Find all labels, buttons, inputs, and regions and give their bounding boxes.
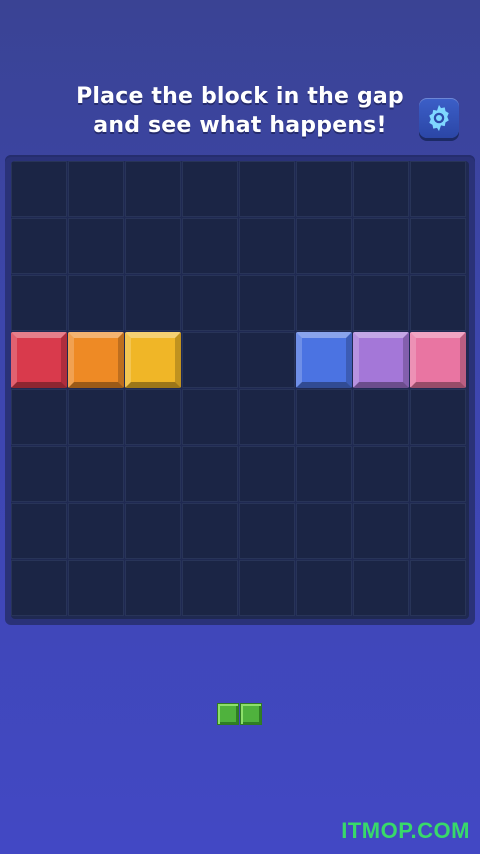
board-cell[interactable] bbox=[296, 218, 352, 274]
board-cell[interactable] bbox=[296, 560, 352, 616]
board-cell[interactable] bbox=[353, 389, 409, 445]
board-cell[interactable] bbox=[353, 503, 409, 559]
board-cell[interactable] bbox=[125, 503, 181, 559]
gear-icon bbox=[429, 104, 449, 132]
board-cell[interactable] bbox=[182, 161, 238, 217]
board-cell[interactable] bbox=[182, 275, 238, 331]
instruction-line-1: Place the block in the gap bbox=[76, 84, 404, 109]
board-cell[interactable] bbox=[125, 275, 181, 331]
instruction-text: Place the block in the gap and see what … bbox=[40, 82, 440, 140]
board-cell[interactable] bbox=[182, 560, 238, 616]
board-cell[interactable] bbox=[353, 275, 409, 331]
board-cell[interactable] bbox=[296, 389, 352, 445]
board-cell[interactable] bbox=[68, 560, 124, 616]
board-cell[interactable] bbox=[239, 560, 295, 616]
board-cell[interactable] bbox=[11, 218, 67, 274]
board-cell[interactable] bbox=[125, 161, 181, 217]
board-cell[interactable] bbox=[239, 275, 295, 331]
board-cell[interactable] bbox=[11, 446, 67, 502]
board-cell[interactable] bbox=[296, 275, 352, 331]
board-cell[interactable] bbox=[239, 218, 295, 274]
block-yellow bbox=[125, 332, 181, 388]
block-pink bbox=[410, 332, 466, 388]
board-cell[interactable] bbox=[182, 446, 238, 502]
board-cell[interactable] bbox=[11, 560, 67, 616]
board-cell[interactable] bbox=[125, 389, 181, 445]
board-cell[interactable] bbox=[239, 161, 295, 217]
board-cell[interactable] bbox=[125, 218, 181, 274]
board-cell[interactable] bbox=[410, 161, 466, 217]
board-cell[interactable] bbox=[353, 560, 409, 616]
block-red bbox=[11, 332, 67, 388]
board-cell[interactable] bbox=[68, 446, 124, 502]
board-cell[interactable] bbox=[68, 161, 124, 217]
board-cell[interactable] bbox=[182, 218, 238, 274]
board-cell[interactable] bbox=[182, 503, 238, 559]
board-cell[interactable] bbox=[182, 332, 238, 388]
board-cell[interactable] bbox=[182, 389, 238, 445]
board-cell[interactable] bbox=[410, 503, 466, 559]
board-cell[interactable] bbox=[11, 389, 67, 445]
board-cell[interactable] bbox=[68, 503, 124, 559]
board-cell[interactable] bbox=[410, 218, 466, 274]
board-cell[interactable] bbox=[68, 218, 124, 274]
next-piece[interactable] bbox=[217, 703, 263, 727]
next-piece-cell bbox=[240, 703, 262, 725]
board-cell[interactable] bbox=[353, 218, 409, 274]
block-purple bbox=[353, 332, 409, 388]
board-cell[interactable] bbox=[239, 332, 295, 388]
block-orange bbox=[68, 332, 124, 388]
board-cell[interactable] bbox=[353, 161, 409, 217]
game-board[interactable] bbox=[11, 161, 469, 619]
board-cell[interactable] bbox=[68, 389, 124, 445]
board-cell[interactable] bbox=[410, 275, 466, 331]
board-cell[interactable] bbox=[410, 446, 466, 502]
block-blue bbox=[296, 332, 352, 388]
instruction-line-2: and see what happens! bbox=[93, 113, 387, 138]
board-cell[interactable] bbox=[239, 389, 295, 445]
board-cell[interactable] bbox=[296, 503, 352, 559]
board-cell[interactable] bbox=[239, 503, 295, 559]
board-cell[interactable] bbox=[11, 503, 67, 559]
board-cell[interactable] bbox=[296, 161, 352, 217]
board-cell[interactable] bbox=[353, 446, 409, 502]
board-cell[interactable] bbox=[410, 389, 466, 445]
board-cell[interactable] bbox=[125, 560, 181, 616]
board-cell[interactable] bbox=[11, 161, 67, 217]
board-cell[interactable] bbox=[68, 275, 124, 331]
watermark: ITMOP.COM bbox=[341, 818, 470, 843]
board-cell[interactable] bbox=[11, 275, 67, 331]
board-cell[interactable] bbox=[125, 446, 181, 502]
board-cell[interactable] bbox=[239, 446, 295, 502]
board-cell[interactable] bbox=[296, 446, 352, 502]
board-cell[interactable] bbox=[410, 560, 466, 616]
next-piece-cell bbox=[217, 703, 239, 725]
settings-button[interactable] bbox=[419, 98, 459, 138]
